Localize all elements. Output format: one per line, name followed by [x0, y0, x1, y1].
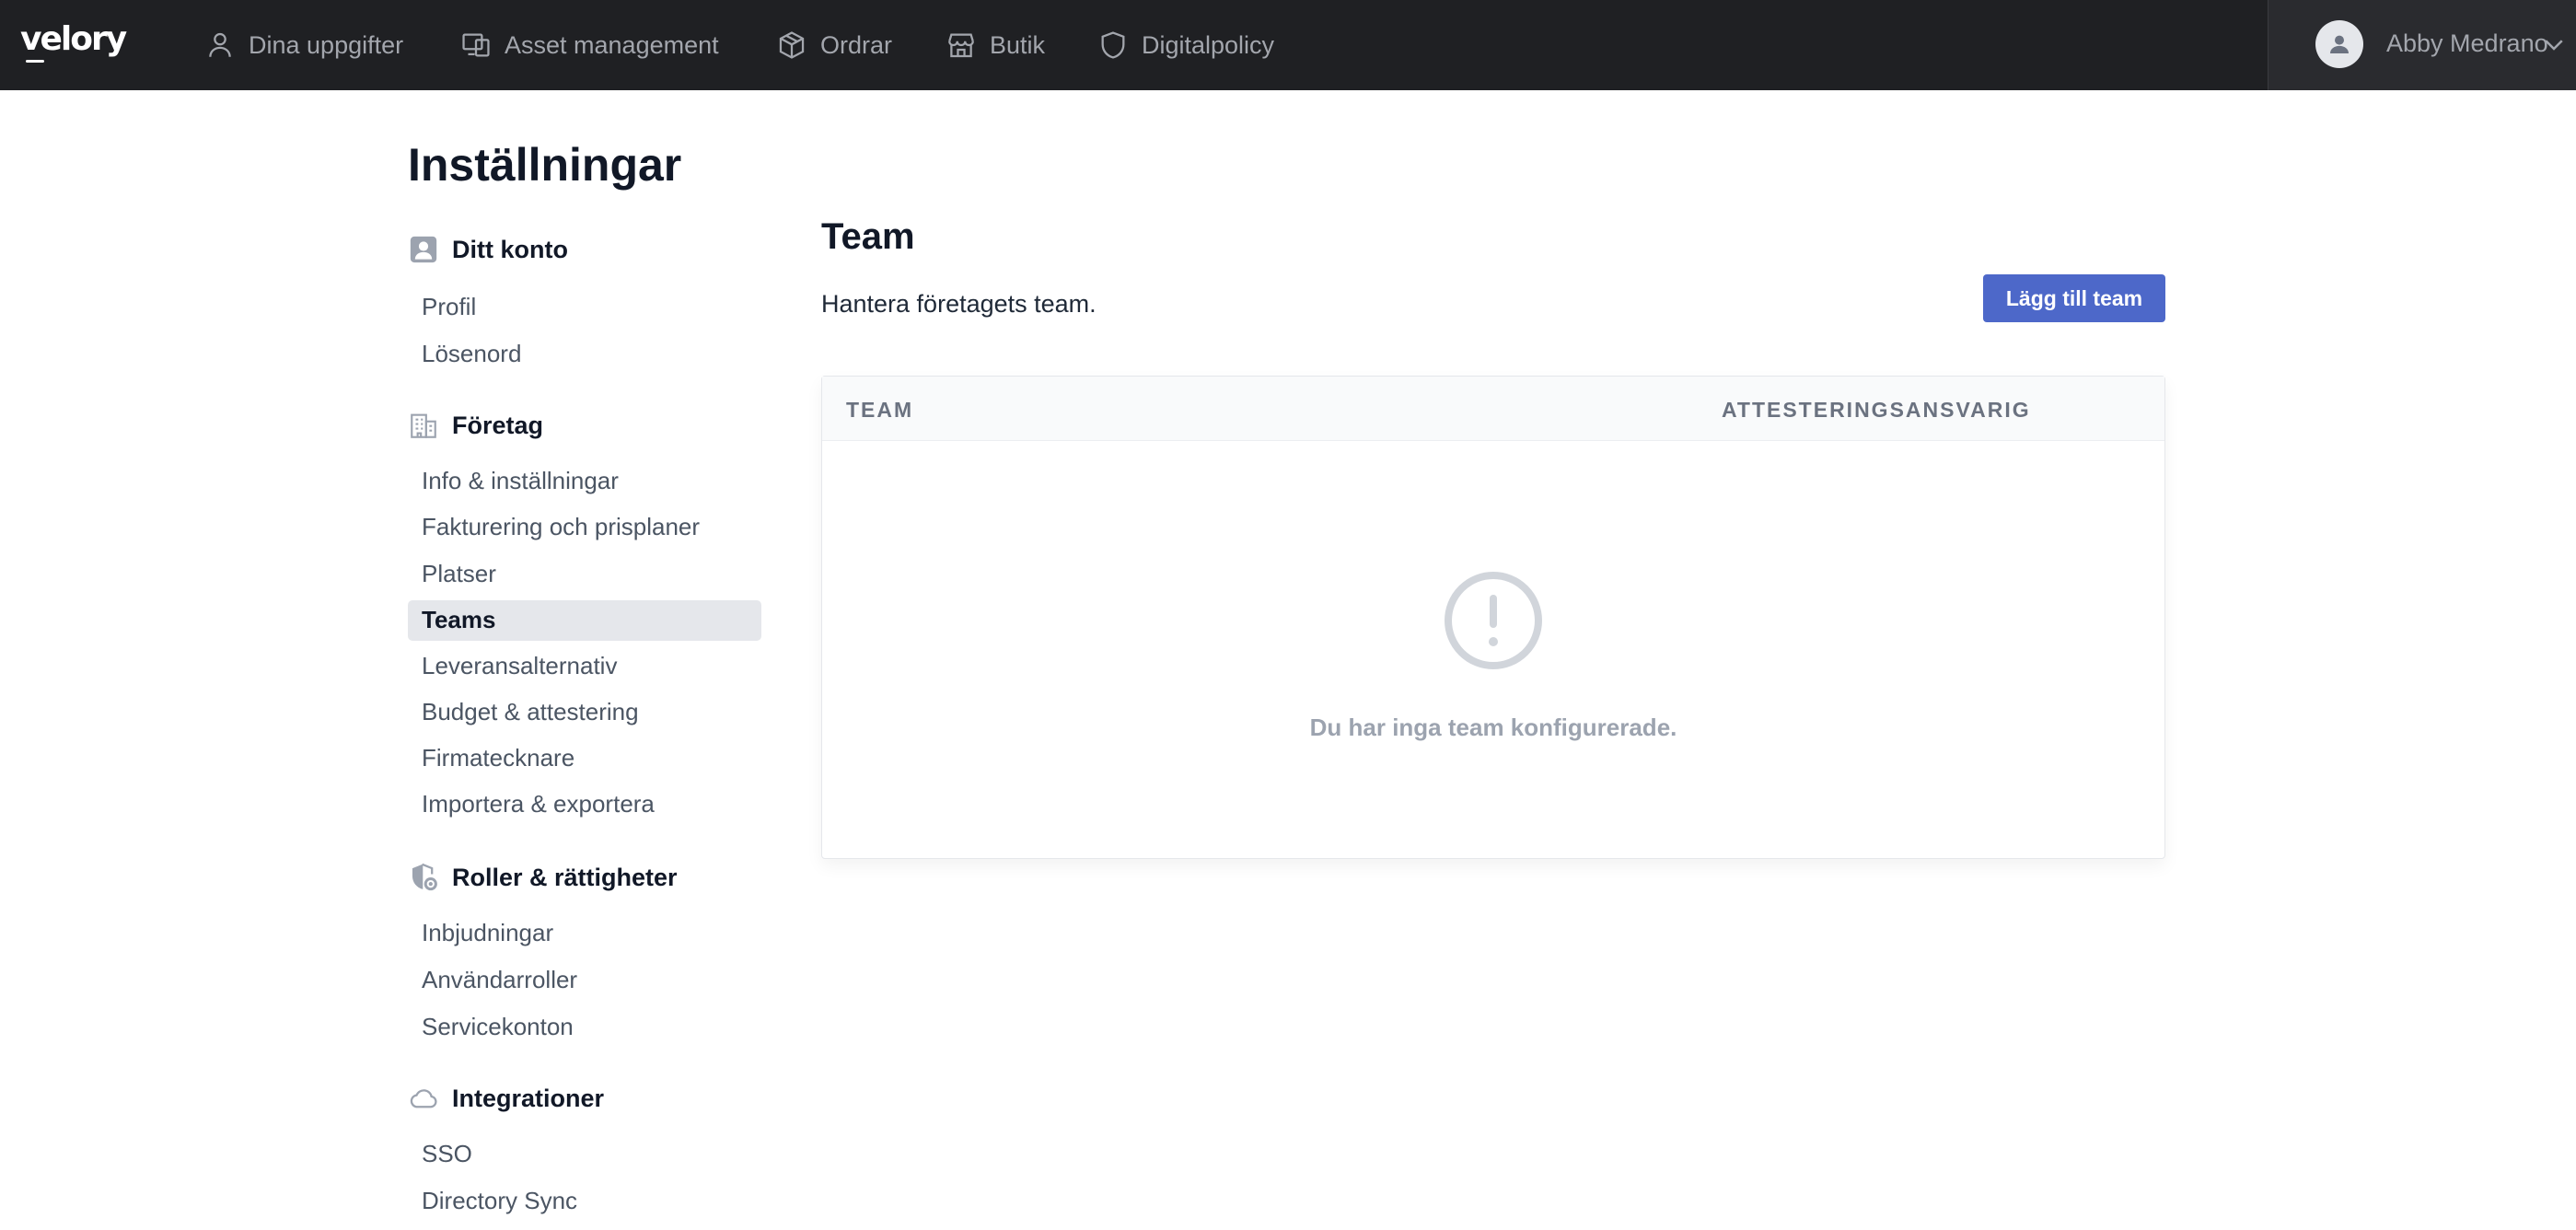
sidebar-item-info-installningar[interactable]: Info & inställningar: [422, 467, 619, 495]
cloud-icon: [410, 1089, 437, 1108]
section-heading: Team: [821, 216, 915, 257]
box-icon: [779, 31, 805, 59]
column-header-attesteringsansvarig[interactable]: ATTESTERINGSANSVARIG: [1722, 398, 2031, 423]
sidebar-item-directory-sync[interactable]: Directory Sync: [422, 1187, 577, 1215]
main-nav: Dina uppgifter Asset management Ordrar B…: [0, 0, 2265, 90]
nav-label: Dina uppgifter: [249, 30, 404, 59]
user-icon: [209, 32, 231, 57]
teams-table: TEAM ATTESTERINGSANSVARIG Du har inga te…: [821, 376, 2165, 859]
nav-label: Ordrar: [820, 30, 893, 59]
shield-icon: [1101, 31, 1125, 59]
exclamation-circle-icon: [1445, 572, 1542, 669]
column-header-team[interactable]: TEAM: [846, 398, 913, 423]
nav-label: Digitalpolicy: [1142, 30, 1275, 59]
sidebar-item-budget-attestering[interactable]: Budget & attestering: [422, 698, 639, 726]
sidebar-section-ditt-konto: Ditt konto: [408, 234, 568, 265]
sidebar-item-firmatecknare[interactable]: Firmatecknare: [422, 744, 574, 772]
shield-lock-icon: [412, 863, 437, 891]
nav-item-digitalpolicy[interactable]: Digitalpolicy: [1097, 0, 1274, 90]
page-title: Inställningar: [408, 139, 682, 191]
sidebar-item-losenord[interactable]: Lösenord: [422, 340, 521, 368]
nav-item-asset-management[interactable]: Asset management: [460, 0, 719, 90]
sidebar-section-roller: Roller & rättigheter: [408, 862, 678, 893]
user-menu[interactable]: Abby Medrano: [2268, 0, 2576, 90]
avatar-icon: [2315, 20, 2363, 68]
sidebar-item-leveransalternativ[interactable]: Leveransalternativ: [422, 652, 617, 680]
account-icon: [410, 236, 437, 263]
sidebar-item-sso[interactable]: SSO: [422, 1140, 472, 1168]
empty-state-message: Du har inga team konfigurerade.: [1309, 714, 1677, 741]
user-name: Abby Medrano: [2386, 29, 2548, 57]
sidebar-item-platser[interactable]: Platser: [422, 560, 496, 588]
table-header: TEAM ATTESTERINGSANSVARIG: [822, 377, 2164, 441]
sidebar-item-profil[interactable]: Profil: [422, 293, 476, 321]
store-icon: [948, 33, 974, 58]
section-title: Integrationer: [452, 1084, 605, 1112]
chevron-down-icon: [2545, 40, 2563, 51]
top-navigation-bar: velory Dina uppgifter Asset management O…: [0, 0, 2576, 90]
section-description: Hantera företagets team.: [821, 290, 1097, 318]
nav-label: Asset management: [505, 30, 719, 59]
section-title: Företag: [452, 411, 544, 439]
section-title: Roller & rättigheter: [452, 863, 678, 891]
nav-item-dina-uppgifter[interactable]: Dina uppgifter: [204, 0, 403, 90]
nav-item-ordrar[interactable]: Ordrar: [776, 0, 892, 90]
sidebar-item-teams[interactable]: Teams: [422, 606, 495, 634]
sidebar-section-integrationer: Integrationer: [408, 1083, 604, 1114]
sidebar-item-fakturering[interactable]: Fakturering och prisplaner: [422, 513, 700, 541]
add-team-button[interactable]: Lägg till team: [1983, 274, 2165, 322]
section-title: Ditt konto: [452, 235, 568, 263]
sidebar-item-inbjudningar[interactable]: Inbjudningar: [422, 919, 553, 947]
building-icon: [411, 413, 436, 438]
sidebar-item-servicekonton[interactable]: Servicekonton: [422, 1013, 574, 1041]
nav-item-butik[interactable]: Butik: [946, 0, 1045, 90]
sidebar-section-foretag: Företag: [408, 410, 543, 441]
devices-icon: [462, 33, 490, 57]
sidebar-item-importera-exportera[interactable]: Importera & exportera: [422, 790, 655, 818]
nav-label: Butik: [990, 30, 1046, 59]
sidebar-item-anvandarroller[interactable]: Användarroller: [422, 966, 577, 994]
